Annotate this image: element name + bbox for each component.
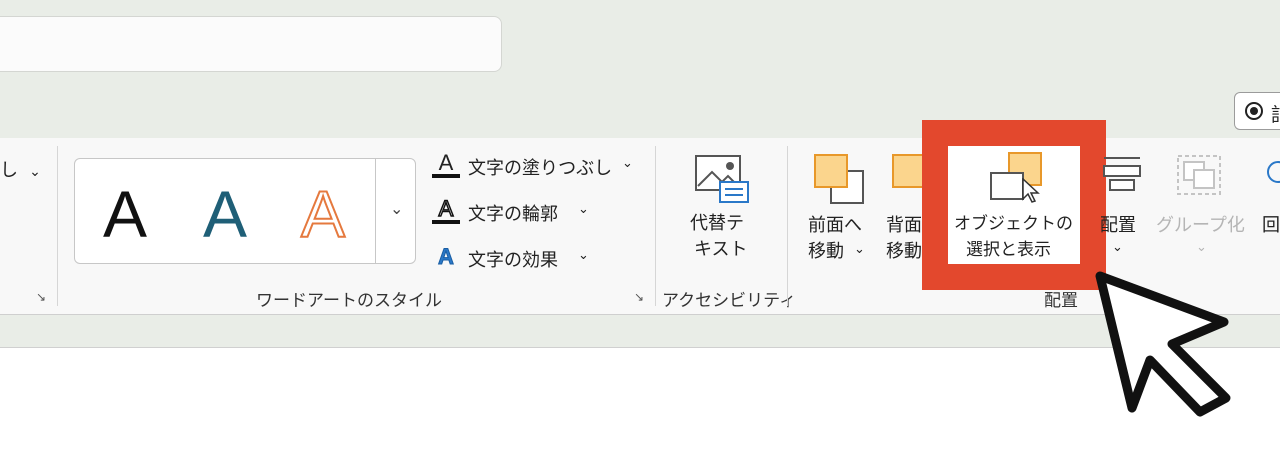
group-objects-button[interactable]: グループ化 ⌄: [1152, 150, 1252, 274]
annotation-cursor-icon: [1095, 271, 1231, 417]
group-objects-label: グループ化: [1156, 215, 1245, 236]
bring-forward-button[interactable]: 前面へ 移動 ⌄: [802, 150, 876, 274]
text-outline-label: 文字の輪郭: [468, 204, 558, 225]
group-separator: [787, 146, 788, 306]
ribbon-bottom-bar: [0, 315, 1280, 348]
wordart-style-gallery[interactable]: A A A ⌄: [74, 158, 416, 264]
chevron-down-icon: ⌄: [578, 248, 589, 263]
rotate-icon: [1267, 161, 1280, 183]
text-effects-label: 文字の効果: [468, 250, 558, 271]
expand-icon: ⌄: [390, 199, 404, 218]
group-label-accessibility: アクセシビリティ: [662, 291, 797, 311]
text-fill-label: 文字の塗りつぶし: [468, 158, 613, 179]
group-label-wordart-styles: ワードアートのスタイル: [256, 291, 442, 311]
alt-text-icon: [695, 155, 749, 203]
align-button[interactable]: 配置 ⌄: [1100, 150, 1144, 274]
group-separator: [57, 146, 58, 306]
wordart-style-blue[interactable]: A: [203, 181, 247, 247]
text-fill-icon: A: [432, 152, 460, 178]
chevron-down-icon: ⌄: [578, 202, 589, 217]
bring-forward-icon: [814, 154, 864, 204]
align-label: 配置: [1100, 215, 1136, 236]
bring-forward-label-line2: 移動: [808, 241, 844, 262]
search-input[interactable]: [0, 16, 502, 72]
rotate-button[interactable]: 回: [1262, 150, 1280, 274]
alt-text-button[interactable]: 代替テ キスト: [676, 150, 768, 270]
align-icon: [1103, 157, 1141, 191]
alt-text-label-line2: キスト: [694, 239, 748, 260]
group-separator: [655, 146, 656, 306]
text-outline-icon: A: [432, 197, 460, 224]
selection-pane-button[interactable]: オブジェクトの 選択と表示: [948, 146, 1080, 264]
dialog-launcher-icon[interactable]: ↘: [36, 290, 48, 304]
partial-left-button[interactable]: し ⌄: [0, 156, 41, 182]
rotate-label: 回: [1262, 215, 1280, 236]
send-backward-label-line2: 移動: [886, 241, 922, 262]
chevron-down-icon: ⌄: [1196, 240, 1207, 255]
alt-text-label-line1: 代替テ: [690, 213, 744, 234]
selection-pane-icon: [988, 152, 1044, 203]
mode-radio-button[interactable]: 記: [1234, 92, 1280, 130]
wordart-style-black[interactable]: A: [103, 181, 147, 247]
selection-pane-label-line2: 選択と表示: [966, 240, 1051, 260]
chevron-down-icon: ⌄: [1112, 240, 1123, 255]
group-label-arrange: 配置: [1044, 291, 1078, 311]
partial-left-label: し: [0, 160, 18, 181]
radio-icon: [1245, 102, 1263, 120]
bring-forward-label-line1: 前面へ: [808, 215, 862, 236]
selection-pane-label-line1: オブジェクトの: [954, 214, 1073, 234]
gallery-more-button[interactable]: ⌄: [375, 159, 416, 263]
chevron-down-icon: ⌄: [29, 164, 41, 180]
wordart-style-orange-outline[interactable]: A: [300, 180, 346, 248]
send-backward-label-line1: 背面: [886, 215, 922, 236]
text-effects-icon: A: [438, 244, 455, 270]
mode-label: 記: [1271, 100, 1280, 127]
group-icon: [1177, 155, 1221, 195]
chevron-down-icon: ⌄: [854, 242, 865, 257]
chevron-down-icon: ⌄: [622, 156, 633, 171]
dialog-launcher-icon[interactable]: ↘: [634, 290, 646, 304]
